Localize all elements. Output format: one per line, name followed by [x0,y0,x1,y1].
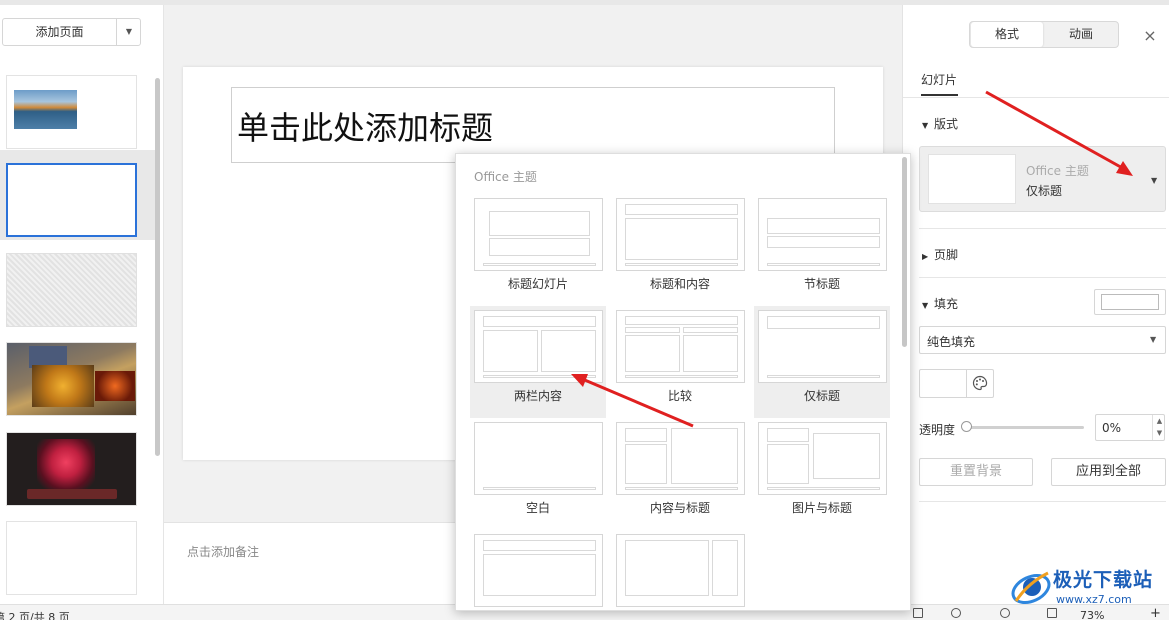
watermark-logo-icon [1011,571,1051,605]
thumbnail-scrollbar[interactable] [155,78,160,456]
slide-thumbnail-6[interactable] [6,521,137,595]
panel-tabs: 格式 动画 [969,21,1119,48]
layout-option-comparison[interactable]: 比较 [612,306,748,418]
layout-option-picture-caption[interactable]: 图片与标题 [754,418,890,530]
watermark-url: www.xz7.com [1056,593,1132,606]
layout-option-title-only[interactable]: 仅标题 [754,306,890,418]
footer-section-header[interactable]: ▶ 页脚 [922,246,958,263]
watermark: 极光下载站 www.xz7.com [1008,563,1163,611]
divider [966,370,967,397]
layout-option-title-slide[interactable]: 标题幻灯片 [470,194,606,306]
opacity-slider-track[interactable] [966,426,1084,429]
watermark-name: 极光下载站 [1053,569,1154,591]
sorter-view-icon[interactable] [951,608,961,618]
add-page-label[interactable]: 添加页面 [3,19,116,45]
layout-dropdown-popup: Office 主题 标题幻灯片 标题和内容 节标题 两栏内容 比较 仅标题 空白… [455,153,911,611]
footer-section-label: 页脚 [934,248,959,262]
layout-option-content-caption[interactable]: 内容与标题 [612,418,748,530]
divider [919,501,1166,502]
divider [919,277,1166,278]
apply-to-all-button[interactable]: 应用到全部 [1051,458,1166,486]
slide-thumbnail-4[interactable] [6,342,137,416]
palette-icon[interactable] [972,375,988,391]
fill-color-swatch[interactable] [1094,289,1166,315]
slide-thumbnail-3[interactable] [6,253,137,327]
layout-preview [474,422,603,495]
slide-thumbnail-5[interactable] [6,432,137,506]
layout-preview [616,310,745,383]
slide-thumbnail-1[interactable] [6,75,137,149]
layout-preview [616,422,745,495]
layout-section-header[interactable]: ▼ 版式 [922,115,958,132]
layout-theme-label: Office 主题 [1026,164,1089,178]
caret-down-icon: ▼ [922,121,929,130]
layout-option-two-content[interactable]: 两栏内容 [470,306,606,418]
layout-preview [758,422,887,495]
stepper-arrows-icon[interactable]: ▲ ▼ [1152,415,1166,440]
fill-type-value: 纯色填充 [927,335,976,349]
layout-preview [474,534,603,607]
fill-section-header[interactable]: ▼ 填充 [922,295,958,312]
opacity-slider-handle[interactable] [961,421,972,432]
title-placeholder[interactable]: 单击此处添加标题 [231,87,835,163]
chevron-down-icon[interactable]: ▼ [1151,176,1157,185]
layout-option-label: 标题和内容 [649,277,710,291]
layout-option-label: 空白 [525,501,550,515]
layout-option-label: 图片与标题 [791,501,852,515]
active-tab-underline [921,94,958,96]
divider [903,97,1169,98]
chevron-down-icon[interactable]: ▼ [117,19,141,45]
layout-option-vertical-title[interactable] [612,530,748,610]
caret-right-icon: ▶ [922,252,929,261]
close-icon[interactable]: × [1143,28,1157,44]
color-picker-button[interactable] [919,369,994,398]
reset-background-button[interactable]: 重置背景 [919,458,1033,486]
popup-theme-header: Office 主题 [474,170,537,184]
opacity-stepper[interactable]: 0% ▲ ▼ [1095,414,1165,441]
chevron-down-icon[interactable]: ▼ [1150,335,1156,344]
layout-option-section-header[interactable]: 节标题 [754,194,890,306]
lake-image [14,90,77,129]
layout-preview [616,198,745,271]
popup-scrollbar[interactable] [902,157,907,347]
layout-option-vertical-title-text[interactable] [470,530,606,610]
fill-type-select[interactable]: 纯色填充 ▼ [919,326,1166,354]
layout-option-label: 节标题 [803,277,840,291]
opacity-value[interactable]: 0% [1102,421,1121,435]
slide-thumbnail-2[interactable] [6,163,137,237]
layout-option-label: 标题幻灯片 [507,277,568,291]
layout-option-label: 比较 [667,389,692,403]
tab-slide[interactable]: 幻灯片 [921,71,957,88]
layout-name-label: 仅标题 [1026,184,1063,198]
notes-placeholder[interactable]: 点击添加备注 [187,543,259,560]
layout-preview [474,198,603,271]
layout-option-blank[interactable]: 空白 [470,418,606,530]
layout-option-label: 内容与标题 [649,501,710,515]
layout-preview [758,198,887,271]
opacity-label: 透明度 [919,423,956,437]
layout-option-title-content[interactable]: 标题和内容 [612,194,748,306]
tab-animation[interactable]: 动画 [1044,22,1118,47]
layout-preview [758,310,887,383]
layout-option-label: 两栏内容 [513,389,562,403]
tab-format[interactable]: 格式 [971,22,1043,47]
add-page-button[interactable]: 添加页面 ▼ [2,18,141,46]
title-placeholder-text[interactable]: 单击此处添加标题 [237,103,493,149]
caret-down-icon: ▼ [922,301,929,310]
layout-preview [616,534,745,607]
layout-section-label: 版式 [934,117,959,131]
page-info: 第 2 页/共 8 页 [0,611,70,620]
layout-option-label: 仅标题 [803,389,840,403]
layout-preview [474,310,603,383]
layout-selector[interactable]: Office 主题 仅标题 ▼ [919,146,1166,212]
layout-preview [928,154,1016,204]
fill-section-label: 填充 [934,297,959,311]
normal-view-icon[interactable] [913,608,923,618]
divider [919,228,1166,229]
